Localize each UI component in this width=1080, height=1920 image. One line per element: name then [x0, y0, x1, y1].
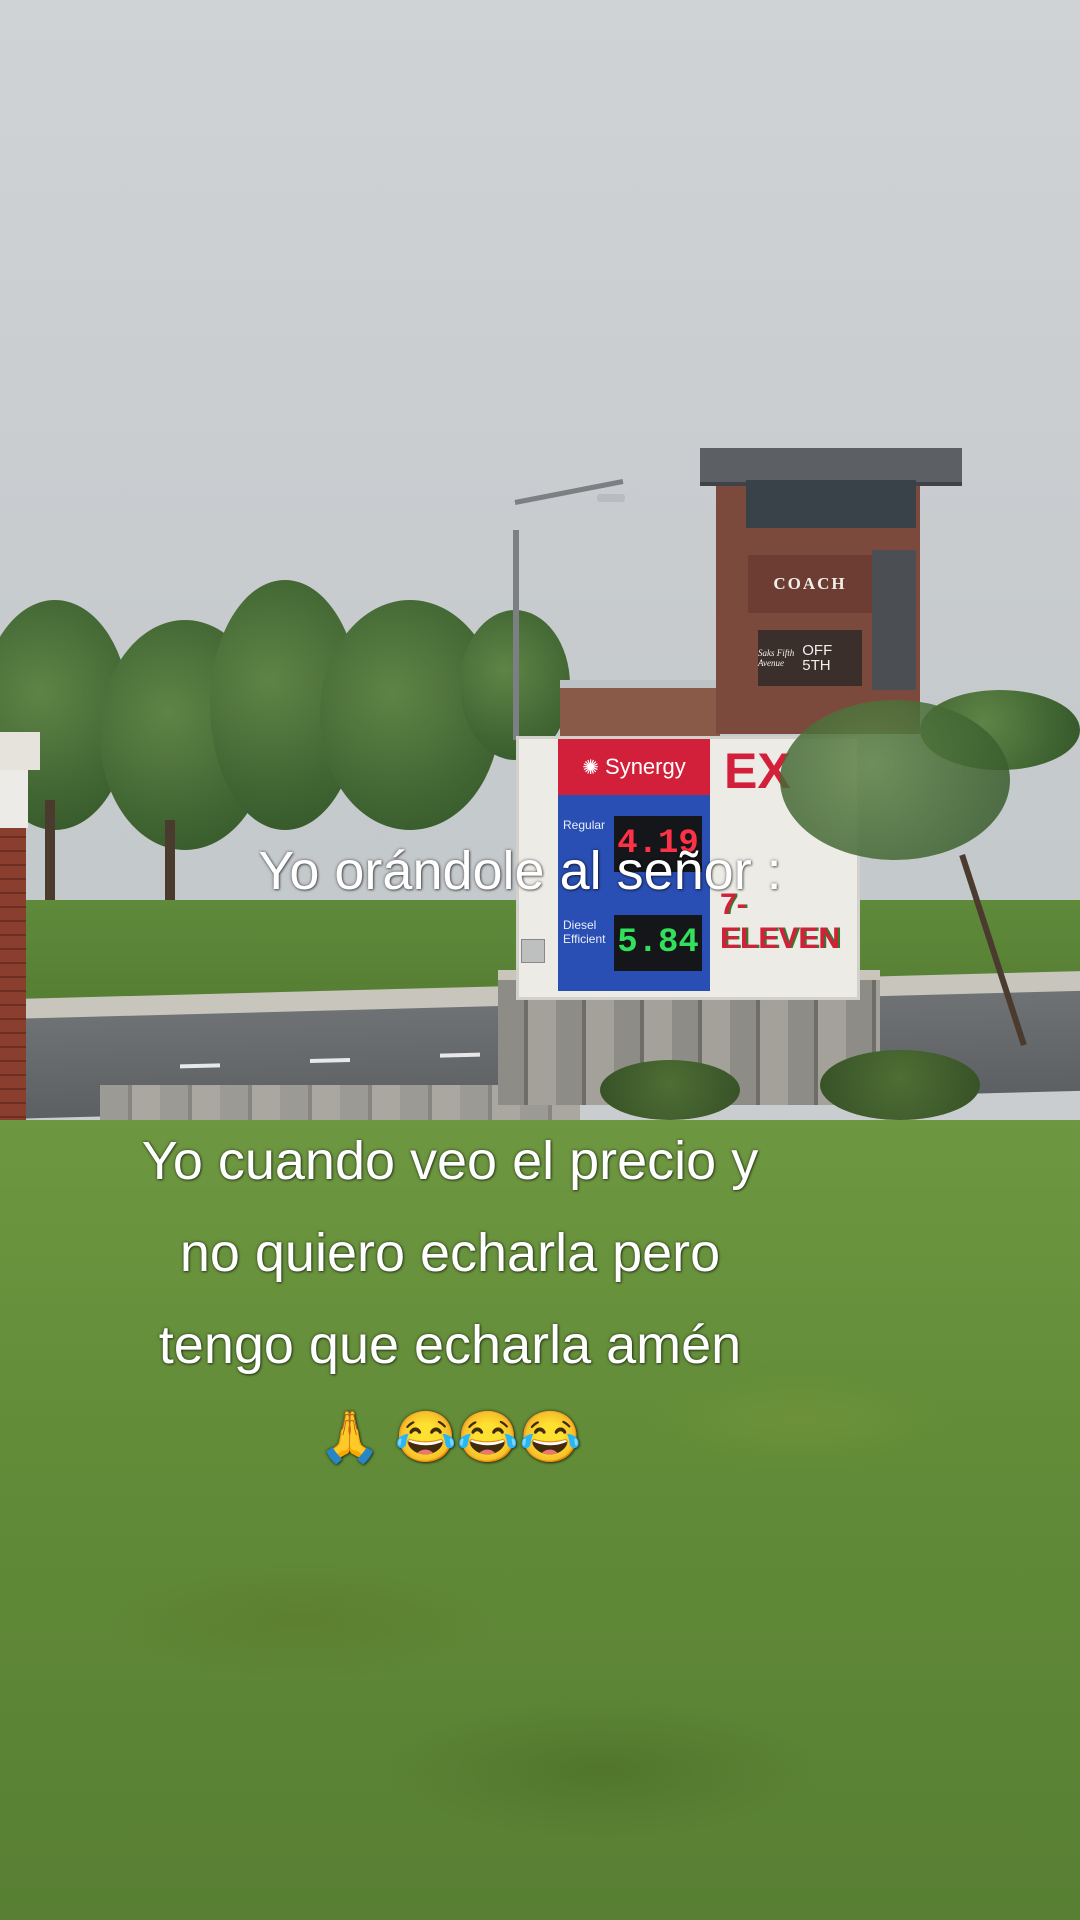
photo-scene: COACH Saks Fifth Avenue OFF 5TH ✺ Synerg…	[0, 0, 1080, 1920]
tower-window	[746, 480, 916, 528]
caption-line-2: no quiero echarla pero	[179, 1223, 721, 1283]
lane-marking	[440, 1052, 480, 1058]
shrub	[600, 1060, 740, 1120]
caption-line-1: Yo cuando veo el precio y	[141, 1131, 759, 1191]
post-cap	[0, 732, 40, 770]
post-body	[0, 770, 28, 828]
caption-emojis: 🙏 😂😂😂	[318, 1409, 582, 1465]
lane-marking	[310, 1057, 350, 1064]
saks-off5th-sign: Saks Fifth Avenue OFF 5TH	[758, 630, 862, 686]
tower-side-windows	[872, 550, 916, 690]
caption-top: Yo orándole al señor :	[258, 841, 782, 901]
shrub	[820, 1050, 980, 1120]
street-light-lamp	[597, 494, 625, 502]
off5th-label: OFF 5TH	[802, 642, 833, 674]
coach-label: COACH	[773, 574, 847, 593]
synergy-banner: ✺ Synergy	[558, 739, 710, 795]
diesel-label: Diesel Efficient	[563, 918, 606, 946]
young-tree	[780, 700, 1010, 860]
synergy-logo-icon: ✺	[582, 756, 600, 779]
street-light-pole	[513, 530, 519, 740]
electric-meter	[521, 939, 545, 963]
synergy-label: Synergy	[605, 754, 686, 779]
diesel-price: 5.84	[614, 915, 702, 971]
coach-store-sign: COACH	[748, 555, 872, 613]
caption-line-3: tengo que echarla amén	[158, 1315, 742, 1375]
caption-bottom: Yo cuando veo el precio y no quiero echa…	[20, 1115, 880, 1483]
saks-label: Saks Fifth Avenue	[758, 648, 795, 668]
lane-marking	[180, 1063, 220, 1069]
regular-label: Regular	[563, 818, 606, 832]
